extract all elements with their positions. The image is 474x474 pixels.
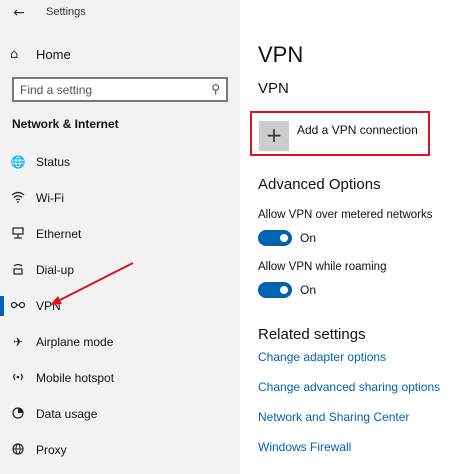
- selection-indicator: [0, 260, 4, 280]
- metered-networks-state: On: [300, 231, 317, 245]
- sidebar: ← Settings ⌂ Home ⚲ Network & Internet 🌐…: [0, 0, 240, 474]
- sidebar-item-proxy[interactable]: Proxy: [0, 432, 240, 468]
- selection-indicator: [0, 296, 4, 316]
- selection-indicator: [0, 440, 4, 460]
- page-title: VPN: [258, 42, 304, 67]
- add-vpn-label: Add a VPN connection: [297, 123, 418, 137]
- related-settings-heading: Related settings: [258, 326, 366, 343]
- sidebar-item-label: Airplane mode: [36, 335, 114, 349]
- main-panel: VPN VPN + Add a VPN connection Advanced …: [240, 0, 474, 474]
- selection-indicator: [0, 368, 4, 388]
- sidebar-item-dialup[interactable]: Dial-up: [0, 252, 240, 288]
- home-item[interactable]: ⌂ Home: [10, 44, 71, 64]
- app-title: Settings: [46, 6, 86, 18]
- sidebar-item-ethernet[interactable]: Ethernet: [0, 216, 240, 252]
- dialup-icon: [10, 263, 26, 278]
- roaming-label: Allow VPN while roaming: [258, 261, 387, 273]
- sidebar-item-label: Wi-Fi: [36, 191, 64, 205]
- hotspot-icon: [10, 371, 26, 386]
- sidebar-item-label: Data usage: [36, 407, 98, 421]
- selection-indicator: [0, 152, 4, 172]
- data-usage-icon: [10, 406, 26, 422]
- change-advanced-sharing-link[interactable]: Change advanced sharing options: [258, 380, 440, 394]
- metered-networks-label: Allow VPN over metered networks: [258, 209, 433, 221]
- sidebar-item-label: Dial-up: [36, 263, 75, 277]
- sidebar-item-vpn[interactable]: VPN: [0, 288, 240, 324]
- roaming-state: On: [300, 283, 317, 297]
- plus-icon: +: [259, 121, 289, 151]
- sidebar-item-wifi[interactable]: Wi-Fi: [0, 180, 240, 216]
- sidebar-item-label: Status: [36, 155, 71, 169]
- network-sharing-center-link[interactable]: Network and Sharing Center: [258, 410, 409, 424]
- sidebar-nav: 🌐 Status Wi-Fi Ethernet Dial-up VPN ✈ Ai…: [0, 144, 240, 468]
- airplane-icon: ✈: [12, 335, 24, 349]
- sidebar-item-mobile-hotspot[interactable]: Mobile hotspot: [0, 360, 240, 396]
- sidebar-item-airplane-mode[interactable]: ✈ Airplane mode: [0, 324, 240, 360]
- sidebar-item-data-usage[interactable]: Data usage: [0, 396, 240, 432]
- proxy-icon: [10, 442, 26, 458]
- settings-window: ← Settings ⌂ Home ⚲ Network & Internet 🌐…: [0, 0, 474, 474]
- search-icon[interactable]: ⚲: [211, 82, 220, 96]
- sidebar-item-label: VPN: [36, 299, 61, 313]
- advanced-options-heading: Advanced Options: [258, 176, 381, 193]
- sidebar-item-label: Proxy: [36, 443, 67, 457]
- selection-indicator: [0, 404, 4, 424]
- vpn-icon: [10, 299, 26, 314]
- sidebar-item-label: Ethernet: [36, 227, 82, 241]
- search-input[interactable]: [20, 81, 200, 98]
- roaming-toggle[interactable]: [258, 282, 292, 298]
- vpn-heading: VPN: [258, 80, 289, 97]
- wifi-icon: [10, 191, 26, 206]
- windows-firewall-link[interactable]: Windows Firewall: [258, 440, 351, 454]
- ethernet-icon: [10, 226, 26, 242]
- sidebar-item-status[interactable]: 🌐 Status: [0, 144, 240, 180]
- home-label: Home: [36, 46, 71, 62]
- arrow-left-icon[interactable]: ←: [10, 4, 28, 22]
- sidebar-item-label: Mobile hotspot: [36, 371, 115, 385]
- toggle-knob: [280, 286, 288, 294]
- selection-indicator: [0, 224, 4, 244]
- toggle-knob: [280, 234, 288, 242]
- globe-icon: 🌐: [10, 155, 26, 169]
- selection-indicator: [0, 188, 4, 208]
- metered-networks-toggle[interactable]: [258, 230, 292, 246]
- selection-indicator: [0, 332, 4, 352]
- search-box[interactable]: ⚲: [12, 77, 228, 102]
- change-adapter-options-link[interactable]: Change adapter options: [258, 350, 386, 364]
- title-bar: ← Settings: [0, 0, 240, 26]
- add-vpn-connection-button[interactable]: + Add a VPN connection: [250, 111, 430, 156]
- section-heading: Network & Internet: [12, 117, 119, 131]
- home-icon: ⌂: [10, 46, 19, 62]
